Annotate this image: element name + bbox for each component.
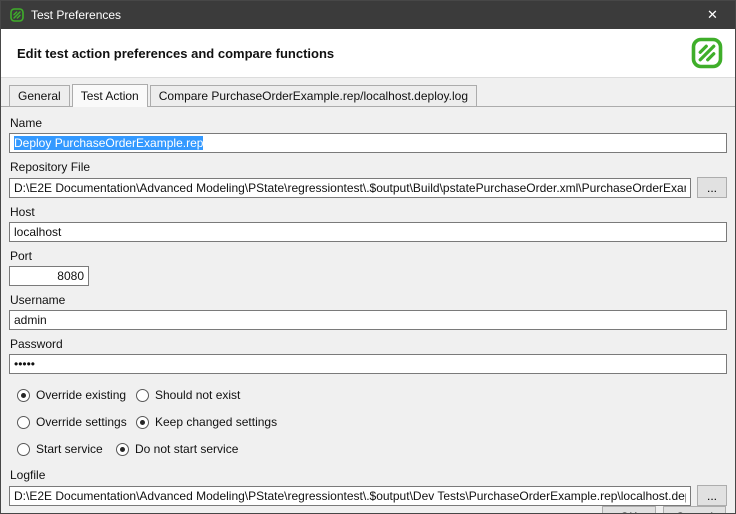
radio-should-not-exist[interactable]: Should not exist [136,388,240,402]
password-input[interactable] [9,354,727,374]
logfile-label: Logfile [10,468,727,482]
port-label: Port [10,249,727,263]
repository-file-row: ... [9,177,727,198]
radio-label: Do not start service [135,442,238,456]
radio-label: Start service [36,442,103,456]
radio-button-icon [17,443,30,456]
radio-button-icon [136,389,149,402]
ok-button[interactable]: OK [602,506,656,514]
tab-compare[interactable]: Compare PurchaseOrderExample.rep/localho… [150,85,477,106]
radio-button-icon [116,443,129,456]
host-label: Host [10,205,727,219]
radio-button-icon [17,389,30,402]
service-radio-group: Start service Do not start service [9,442,727,456]
username-input[interactable] [9,310,727,330]
close-button[interactable]: ✕ [690,1,735,29]
exist-radio-group: Override existing Should not exist [9,388,727,402]
radio-label: Override existing [36,388,126,402]
settings-radio-group: Override settings Keep changed settings [9,415,727,429]
radio-override-existing[interactable]: Override existing [17,388,136,402]
radio-start-service[interactable]: Start service [17,442,116,456]
radio-button-icon [17,416,30,429]
port-input[interactable] [9,266,89,286]
test-action-pane: Name Deploy PurchaseOrderExample.rep Rep… [1,106,735,514]
dialog-footer: OK Cancel [9,506,727,514]
title-bar: Test Preferences ✕ [1,1,735,29]
radio-label: Override settings [36,415,127,429]
window-title: Test Preferences [31,8,121,22]
name-input[interactable]: Deploy PurchaseOrderExample.rep [9,133,727,153]
radio-label: Keep changed settings [155,415,277,429]
app-icon [9,7,25,23]
tab-test-action[interactable]: Test Action [72,84,148,107]
dialog-header: Edit test action preferences and compare… [1,29,735,78]
radio-button-icon [136,416,149,429]
cancel-button[interactable]: Cancel [663,506,726,514]
password-label: Password [10,337,727,351]
dialog-subtitle: Edit test action preferences and compare… [17,46,334,61]
logfile-browse-button[interactable]: ... [697,485,727,506]
radio-do-not-start-service[interactable]: Do not start service [116,442,238,456]
name-label: Name [10,116,727,130]
host-input[interactable] [9,222,727,242]
repository-file-label: Repository File [10,160,727,174]
e2e-logo-icon [689,35,725,71]
repository-browse-button[interactable]: ... [697,177,727,198]
test-preferences-dialog: Test Preferences ✕ Edit test action pref… [0,0,736,514]
name-selected-text: Deploy PurchaseOrderExample.rep [14,136,203,150]
tab-bar: General Test Action Compare PurchaseOrde… [1,78,735,106]
repository-file-input[interactable] [9,178,691,198]
tab-general[interactable]: General [9,85,70,106]
logfile-row: ... [9,485,727,506]
logfile-input[interactable] [9,486,691,506]
radio-override-settings[interactable]: Override settings [17,415,136,429]
username-label: Username [10,293,727,307]
radio-label: Should not exist [155,388,240,402]
radio-keep-changed-settings[interactable]: Keep changed settings [136,415,277,429]
